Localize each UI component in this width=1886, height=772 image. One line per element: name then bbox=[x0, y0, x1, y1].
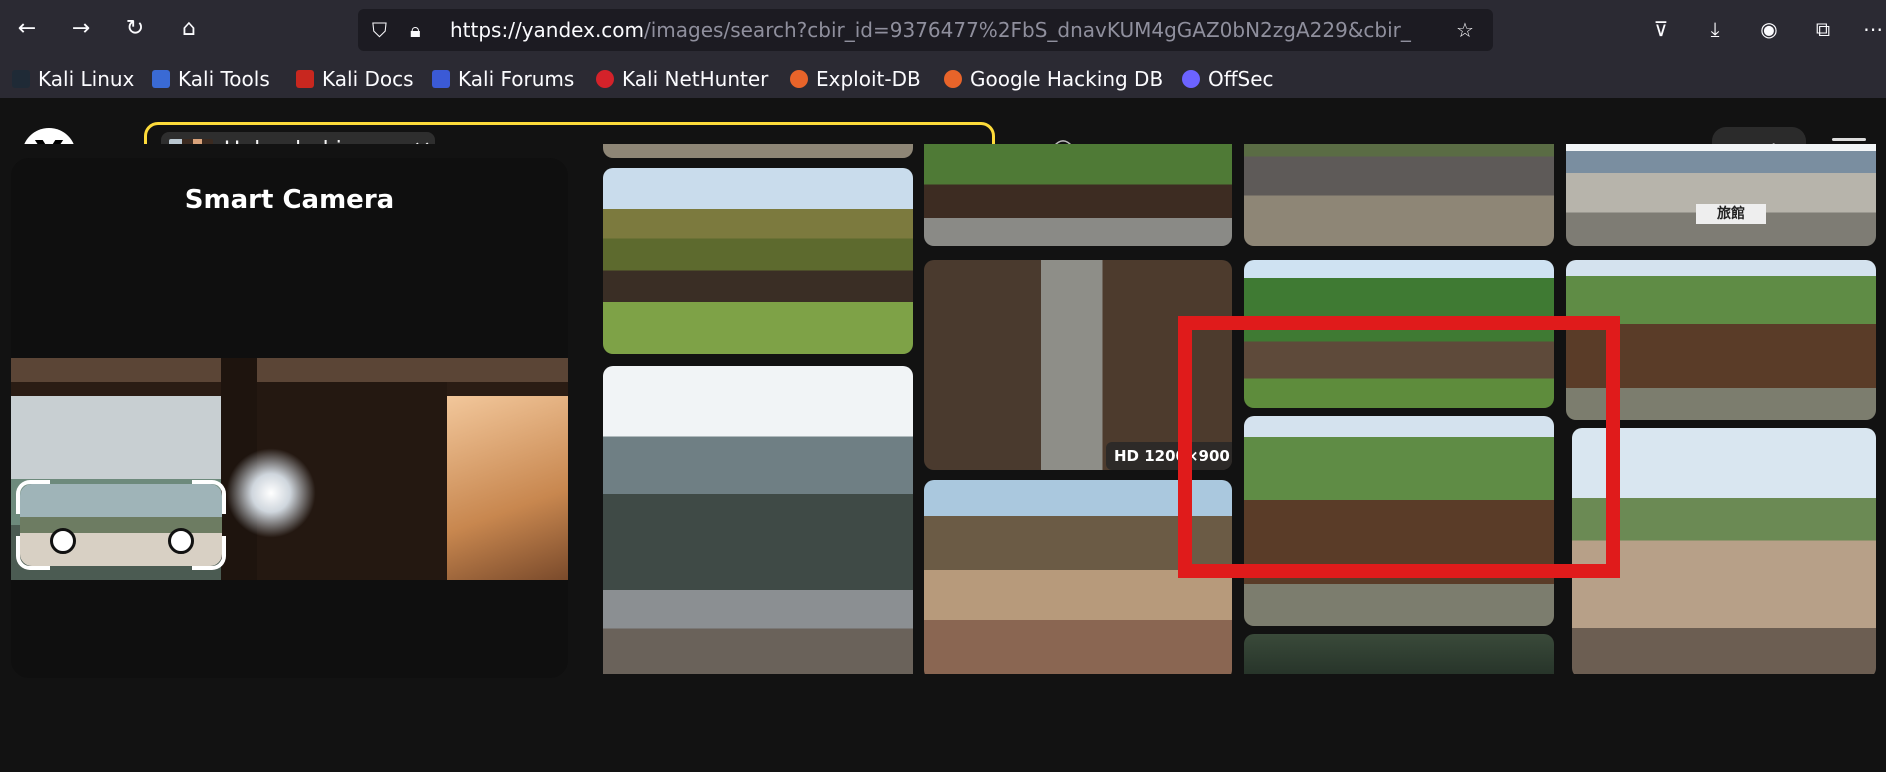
result-image[interactable] bbox=[1244, 634, 1554, 674]
kali-nethunter-icon bbox=[596, 70, 614, 88]
forward-icon[interactable]: → bbox=[66, 14, 96, 44]
kali-docs-icon bbox=[296, 70, 314, 88]
bookmark-google-hacking-db[interactable]: Google Hacking DB bbox=[944, 64, 1163, 94]
bookmark-kali-linux[interactable]: Kali Linux bbox=[12, 64, 134, 94]
object-marker-dot[interactable] bbox=[50, 528, 76, 554]
account-icon[interactable]: ◉ bbox=[1754, 14, 1784, 44]
kali-dragon-icon bbox=[12, 70, 30, 88]
lock-icon[interactable]: 🔒︎ bbox=[410, 15, 421, 45]
photo-beam bbox=[11, 358, 568, 382]
pocket-icon[interactable]: ⊽ bbox=[1646, 14, 1676, 44]
crop-corner-tr[interactable] bbox=[192, 480, 226, 514]
bookmark-kali-nethunter[interactable]: Kali NetHunter bbox=[596, 64, 768, 94]
kali-tools-icon bbox=[152, 70, 170, 88]
url-bar[interactable]: ⛉ 🔒︎ https://yandex.com/images/search?cb… bbox=[358, 9, 1493, 51]
downloads-icon[interactable]: ⤓ bbox=[1700, 14, 1730, 44]
result-image[interactable] bbox=[603, 144, 913, 158]
photo-flare bbox=[226, 448, 316, 538]
home-icon[interactable]: ⌂ bbox=[174, 14, 204, 44]
result-image[interactable] bbox=[603, 168, 913, 354]
result-image[interactable] bbox=[1244, 144, 1554, 246]
photo-glow bbox=[447, 396, 568, 580]
bookmark-kali-forums[interactable]: Kali Forums bbox=[432, 64, 574, 94]
smart-camera-title: Smart Camera bbox=[184, 185, 395, 215]
result-image[interactable] bbox=[603, 366, 913, 674]
bookmark-star-icon[interactable]: ☆ bbox=[1456, 15, 1474, 45]
crop-corner-bl[interactable] bbox=[16, 536, 50, 570]
smart-camera-panel: Smart Camera bbox=[11, 158, 568, 678]
crop-corner-br[interactable] bbox=[192, 536, 226, 570]
result-image[interactable]: 旅館 bbox=[1566, 144, 1876, 246]
back-icon[interactable]: ← bbox=[12, 14, 42, 44]
offsec-icon bbox=[1182, 70, 1200, 88]
browser-toolbar: ← → ↻ ⌂ ⛉ 🔒︎ https://yandex.com/images/s… bbox=[0, 0, 1886, 60]
reload-icon[interactable]: ↻ bbox=[120, 14, 150, 44]
exploit-db-icon bbox=[790, 70, 808, 88]
bookmark-offsec[interactable]: OffSec bbox=[1182, 64, 1274, 94]
highlight-box bbox=[1178, 316, 1620, 578]
kali-forums-icon bbox=[432, 70, 450, 88]
overflow-icon[interactable]: ⋯ bbox=[1858, 14, 1886, 44]
result-image[interactable] bbox=[924, 144, 1232, 246]
bookmark-exploit-db[interactable]: Exploit-DB bbox=[790, 64, 921, 94]
url-text[interactable]: https://yandex.com/images/search?cbir_id… bbox=[450, 17, 1440, 43]
inn-sign: 旅館 bbox=[1696, 204, 1766, 224]
shield-icon[interactable]: ⛉ bbox=[372, 15, 387, 45]
object-marker-dot[interactable] bbox=[168, 528, 194, 554]
bookmark-kali-docs[interactable]: Kali Docs bbox=[296, 64, 414, 94]
extensions-icon[interactable]: ⧉ bbox=[1808, 14, 1838, 44]
crop-selection-frame[interactable] bbox=[16, 480, 226, 570]
crop-corner-tl[interactable] bbox=[16, 480, 50, 514]
bookmarks-toolbar: Kali Linux Kali Tools Kali Docs Kali For… bbox=[0, 60, 1886, 98]
ghdb-icon bbox=[944, 70, 962, 88]
bookmark-kali-tools[interactable]: Kali Tools bbox=[152, 64, 270, 94]
